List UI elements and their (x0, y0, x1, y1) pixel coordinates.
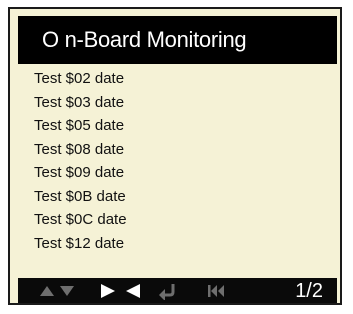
list-item[interactable]: Test $05 date (34, 114, 324, 138)
arrow-up-icon[interactable] (38, 278, 56, 303)
device-screen: O n-Board Monitoring Test $02 date Test … (8, 7, 342, 305)
list-item[interactable]: Test $12 date (34, 232, 324, 256)
test-list: Test $02 date Test $03 date Test $05 dat… (34, 67, 324, 255)
list-item[interactable]: Test $0B date (34, 185, 324, 209)
skip-back-icon[interactable] (205, 278, 227, 303)
list-item[interactable]: Test $08 date (34, 138, 324, 162)
list-item[interactable]: Test $02 date (34, 67, 324, 91)
arrow-down-icon[interactable] (58, 278, 76, 303)
arrow-right-icon[interactable] (99, 278, 117, 303)
list-item[interactable]: Test $0C date (34, 208, 324, 232)
arrow-left-icon[interactable] (124, 278, 142, 303)
enter-return-icon[interactable] (156, 278, 178, 303)
list-item[interactable]: Test $03 date (34, 91, 324, 115)
list-item[interactable]: Test $09 date (34, 161, 324, 185)
navigation-bar: 1/2 (18, 278, 337, 303)
page-title: O n-Board Monitoring (42, 27, 247, 52)
page-indicator: 1/2 (295, 280, 323, 302)
title-bar: O n-Board Monitoring (18, 16, 337, 64)
